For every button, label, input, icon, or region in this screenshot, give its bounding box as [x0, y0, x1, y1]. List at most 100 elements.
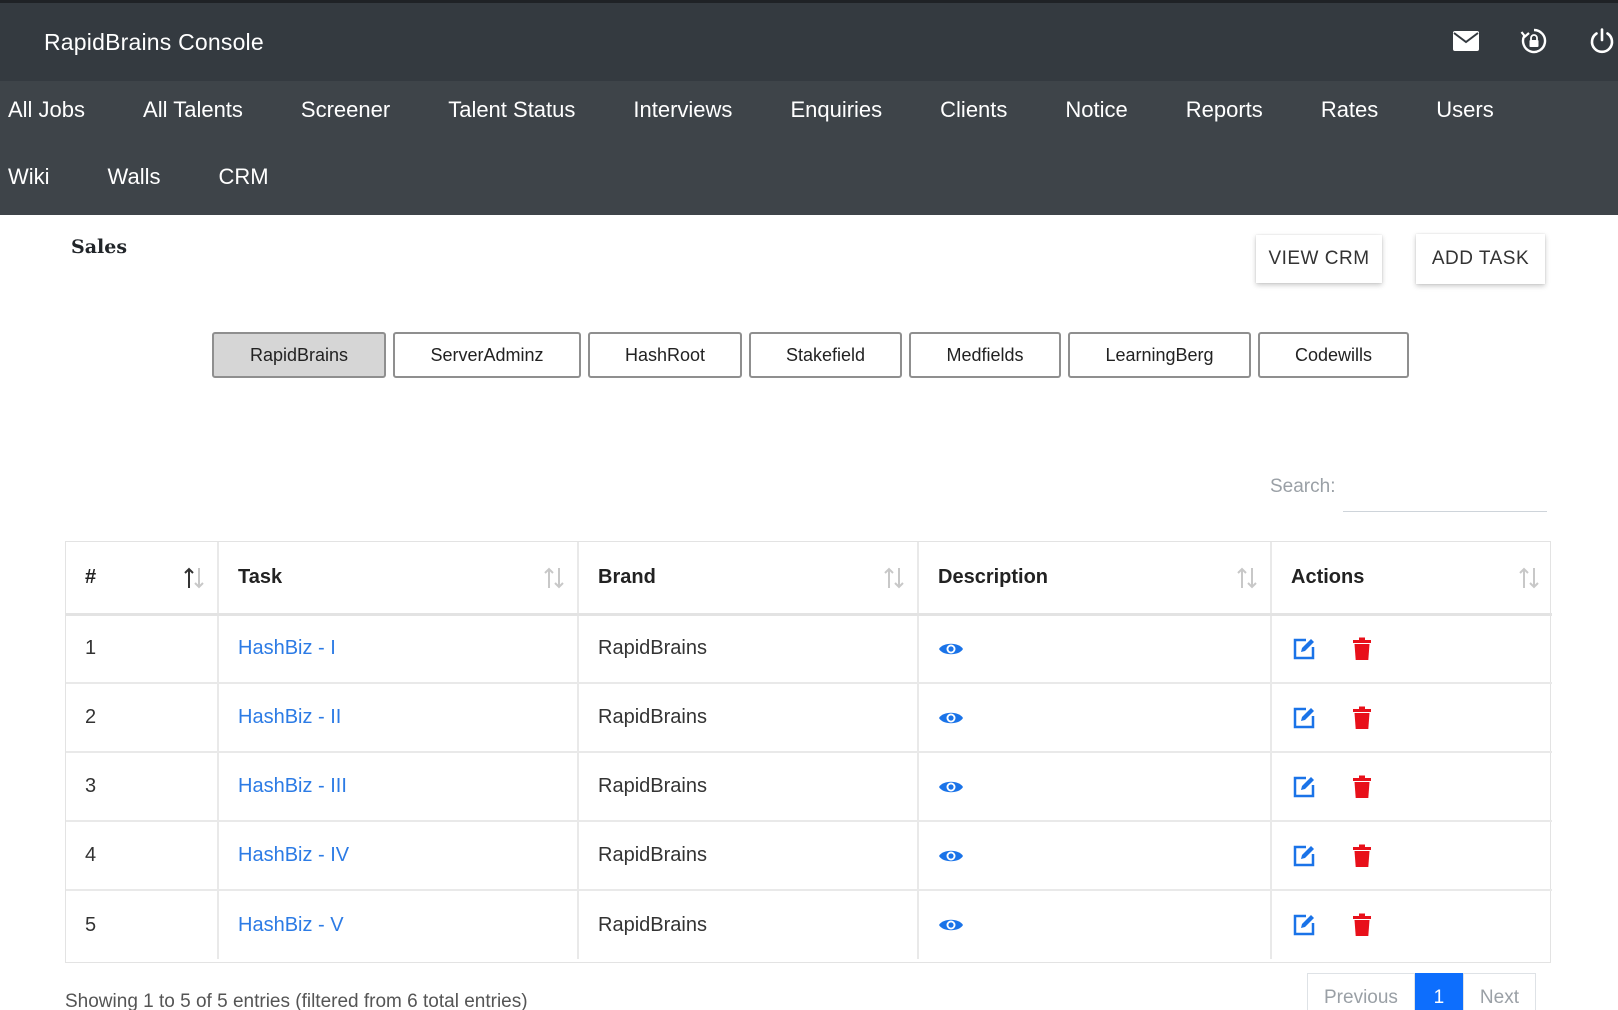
table-row: 4 HashBiz - IV RapidBrains [66, 821, 1552, 891]
column-header-description[interactable]: Description [918, 542, 1272, 616]
task-link[interactable]: HashBiz - IV [238, 844, 349, 866]
trash-icon[interactable] [1349, 636, 1375, 662]
column-header-number[interactable]: # [66, 542, 219, 616]
nav-item-wiki[interactable]: Wiki [0, 164, 79, 190]
nav-row-1: All Jobs All Talents Screener Talent Sta… [0, 97, 1544, 123]
nav-item-talent-status[interactable]: Talent Status [440, 97, 604, 123]
task-link[interactable]: HashBiz - II [238, 706, 341, 728]
row-number: 4 [66, 821, 219, 891]
brand-cell: RapidBrains [578, 752, 919, 822]
actions-cell [1271, 821, 1552, 891]
column-header-label: Task [238, 565, 283, 588]
power-icon[interactable] [1586, 23, 1618, 59]
brand-tab-medfields[interactable]: Medfields [909, 332, 1061, 378]
column-header-task[interactable]: Task [218, 542, 579, 616]
edit-icon[interactable] [1291, 912, 1317, 938]
description-cell [918, 614, 1272, 684]
sort-arrows-icon[interactable] [883, 566, 905, 590]
brand-tab-codewills[interactable]: Codewills [1258, 332, 1409, 378]
next-page-button[interactable]: Next [1462, 973, 1536, 1010]
brand-tab-stakefield[interactable]: Stakefield [749, 332, 902, 378]
nav-item-notice[interactable]: Notice [1057, 97, 1156, 123]
nav-item-enquiries[interactable]: Enquiries [782, 97, 911, 123]
eye-icon[interactable] [938, 774, 964, 800]
column-header-label: Description [938, 565, 1049, 588]
row-number: 5 [66, 890, 219, 959]
search-area: Search: [1270, 470, 1548, 512]
search-input[interactable] [1343, 470, 1548, 512]
edit-icon[interactable] [1291, 636, 1317, 662]
task-cell: HashBiz - IV [218, 821, 579, 891]
top-icons [1450, 23, 1618, 59]
description-cell [918, 752, 1272, 822]
brand-tab-hashroot[interactable]: HashRoot [588, 332, 742, 378]
lock-reset-icon[interactable] [1518, 23, 1550, 59]
sort-arrows-icon[interactable] [543, 566, 565, 590]
row-number: 3 [66, 752, 219, 822]
task-cell: HashBiz - I [218, 614, 579, 684]
column-header-label: # [85, 565, 97, 588]
brand-cell: RapidBrains [578, 890, 919, 959]
brand-tab-serveradminz[interactable]: ServerAdminz [393, 332, 581, 378]
trash-icon[interactable] [1349, 912, 1375, 938]
nav-item-rates[interactable]: Rates [1313, 97, 1407, 123]
brand-cell: RapidBrains [578, 821, 919, 891]
task-cell: HashBiz - V [218, 890, 579, 959]
trash-icon[interactable] [1349, 774, 1375, 800]
edit-icon[interactable] [1291, 774, 1317, 800]
column-header-brand[interactable]: Brand [578, 542, 919, 616]
nav-item-screener[interactable]: Screener [293, 97, 419, 123]
brand-cell: RapidBrains [578, 614, 919, 684]
trash-icon[interactable] [1349, 843, 1375, 869]
nav-item-walls[interactable]: Walls [100, 164, 190, 190]
edit-icon[interactable] [1291, 843, 1317, 869]
column-header-actions[interactable]: Actions [1271, 542, 1552, 616]
view-crm-button[interactable]: VIEW CRM [1256, 235, 1382, 283]
eye-icon[interactable] [938, 843, 964, 869]
nav-item-all-talents[interactable]: All Talents [135, 97, 272, 123]
nav-item-users[interactable]: Users [1428, 97, 1522, 123]
previous-page-button[interactable]: Previous [1307, 973, 1415, 1010]
task-link[interactable]: HashBiz - I [238, 637, 336, 659]
mail-icon[interactable] [1450, 23, 1482, 59]
eye-icon[interactable] [938, 636, 964, 662]
eye-icon[interactable] [938, 705, 964, 731]
table-row: 1 HashBiz - I RapidBrains [66, 614, 1552, 684]
tasks-table: # Task Brand Description Actions 1 HashB… [66, 542, 1552, 959]
actions-cell [1271, 683, 1552, 753]
page-1-button[interactable]: 1 [1414, 973, 1463, 1010]
table-header-row: # Task Brand Description Actions [66, 542, 1552, 616]
nav-item-all-jobs[interactable]: All Jobs [0, 97, 114, 123]
app-title: RapidBrains Console [44, 29, 264, 55]
nav-item-interviews[interactable]: Interviews [625, 97, 761, 123]
nav-item-crm[interactable]: CRM [211, 164, 298, 190]
brand-tab-learningberg[interactable]: LearningBerg [1068, 332, 1251, 378]
brand-filter-tabs: RapidBrains ServerAdminz HashRoot Stakef… [212, 332, 1409, 378]
page-title: Sales [71, 236, 128, 258]
eye-icon[interactable] [938, 912, 964, 938]
row-number: 2 [66, 683, 219, 753]
add-task-button[interactable]: ADD TASK [1416, 234, 1545, 284]
table-info: Showing 1 to 5 of 5 entries (filtered fr… [65, 991, 528, 1010]
actions-cell [1271, 890, 1552, 959]
sort-arrows-icon[interactable] [183, 566, 205, 590]
brand-cell: RapidBrains [578, 683, 919, 753]
task-link[interactable]: HashBiz - V [238, 914, 344, 936]
sort-arrows-icon[interactable] [1236, 566, 1258, 590]
main-nav: All Jobs All Talents Screener Talent Sta… [0, 81, 1618, 215]
nav-item-clients[interactable]: Clients [932, 97, 1036, 123]
tasks-table-container: # Task Brand Description Actions 1 HashB… [65, 541, 1552, 963]
nav-item-reports[interactable]: Reports [1178, 97, 1292, 123]
top-bar: RapidBrains Console [0, 0, 1618, 81]
table-row: 3 HashBiz - III RapidBrains [66, 752, 1552, 822]
task-link[interactable]: HashBiz - III [238, 775, 347, 797]
sort-arrows-icon[interactable] [1518, 566, 1540, 590]
description-cell [918, 683, 1272, 753]
task-cell: HashBiz - II [218, 683, 579, 753]
edit-icon[interactable] [1291, 705, 1317, 731]
pagination: Previous 1 Next [1307, 973, 1536, 1010]
trash-icon[interactable] [1349, 705, 1375, 731]
brand-tab-rapidbrains[interactable]: RapidBrains [212, 332, 386, 378]
row-number: 1 [66, 614, 219, 684]
column-header-label: Brand [598, 565, 656, 588]
